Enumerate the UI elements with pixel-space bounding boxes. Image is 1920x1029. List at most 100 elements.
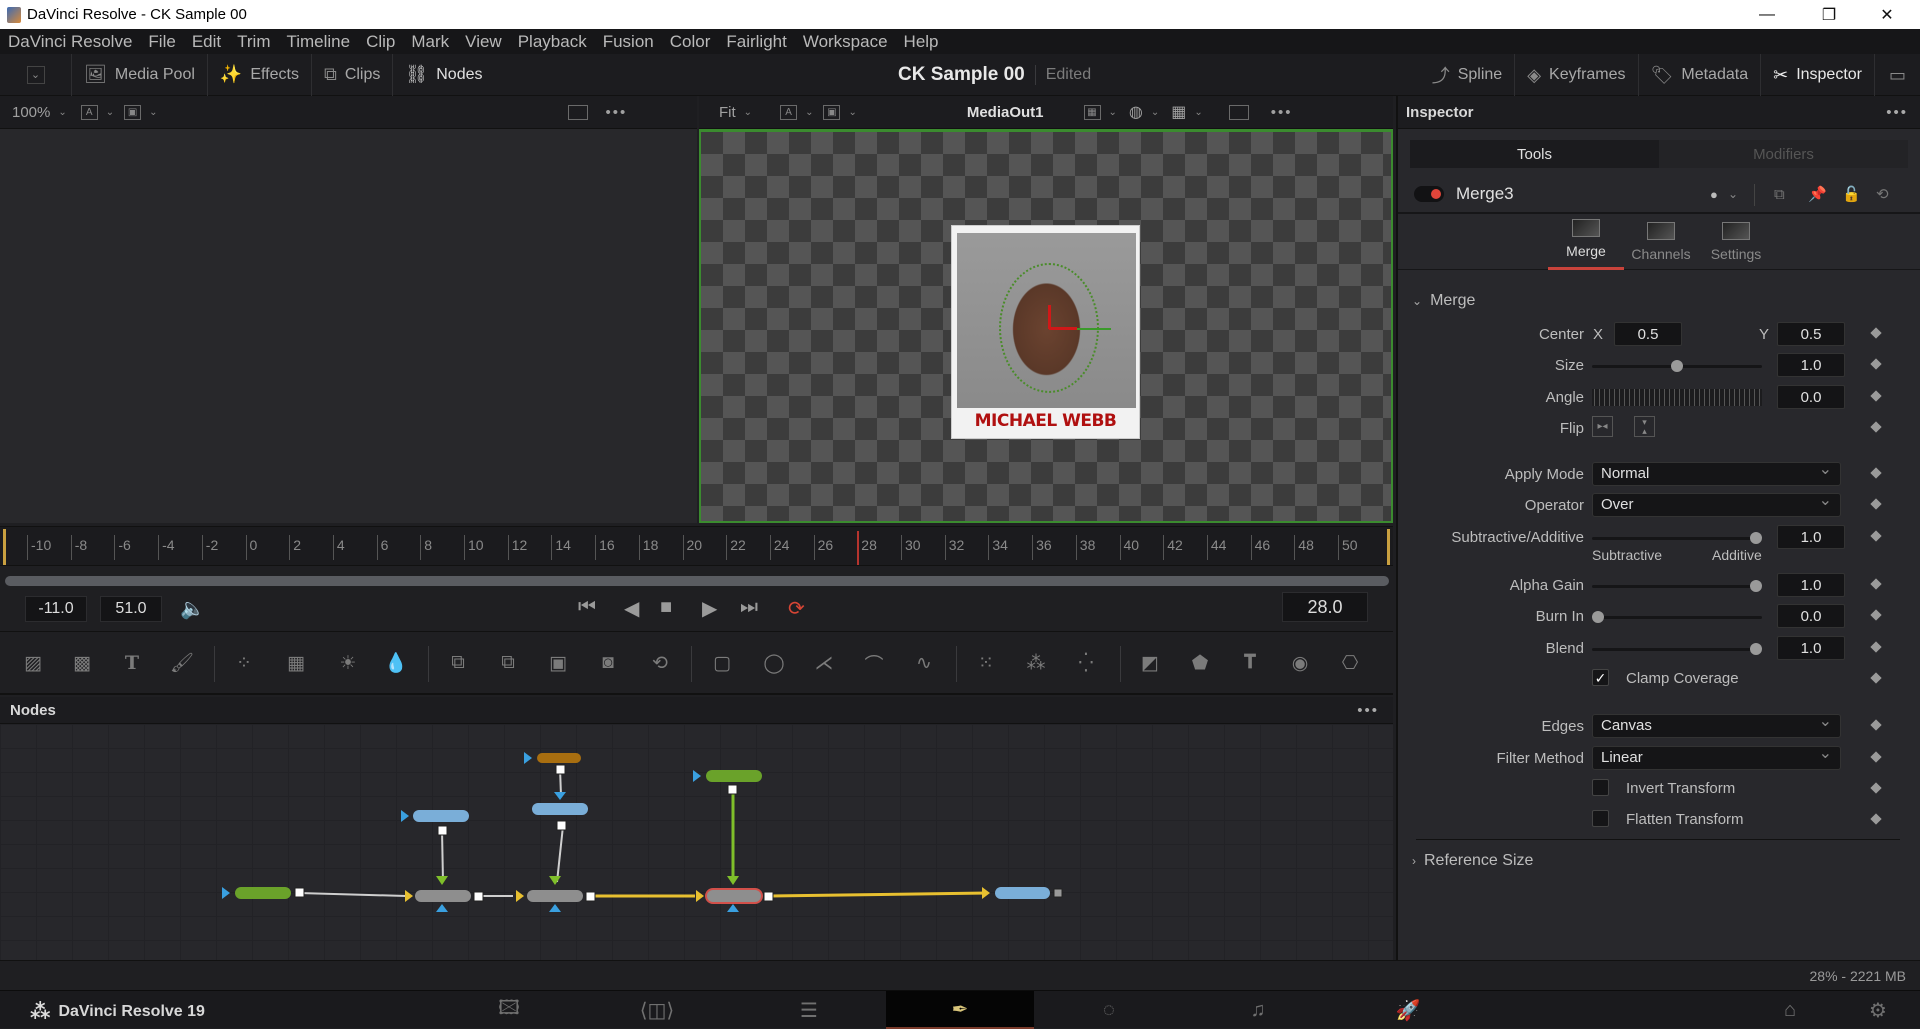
image-plane-3d-icon[interactable]: ◩ (1136, 650, 1164, 676)
menu-workspace[interactable]: Workspace (795, 32, 896, 52)
angle-thumbwheel[interactable] (1592, 389, 1762, 406)
page-deliver-button[interactable]: 🚀 (1348, 991, 1468, 1029)
node-input-triangle[interactable] (405, 890, 413, 902)
right-viewer[interactable]: MICHAEL WEBB (699, 129, 1393, 523)
keyframe-icon[interactable] (1870, 327, 1882, 339)
color-channels-icon[interactable]: ◍ (1129, 102, 1143, 122)
panel-toggle-button[interactable]: ⌄ (0, 53, 72, 96)
subtab-channels[interactable]: Channels (1623, 214, 1699, 270)
subtab-merge[interactable]: Merge (1548, 214, 1624, 270)
matte-control-tool-icon[interactable]: 💧 (382, 650, 410, 676)
flip-horizontal-button[interactable]: ▸◂ (1592, 416, 1613, 437)
tab-tools[interactable]: Tools (1410, 140, 1659, 168)
menu-trim[interactable]: Trim (229, 32, 278, 52)
menu-mark[interactable]: Mark (403, 32, 457, 52)
node-input-triangle[interactable] (696, 890, 704, 902)
node-input-triangle[interactable] (516, 890, 524, 902)
spline-button[interactable]: ⤴ Spline (1420, 54, 1514, 96)
chevron-down-icon[interactable]: ⌄ (106, 107, 114, 118)
render-range-start[interactable] (3, 529, 6, 565)
color-curves-tool-icon[interactable]: ▦ (282, 650, 310, 676)
safe-frame-icon[interactable]: ▦ (1083, 104, 1101, 120)
burn-in-input[interactable]: 0.0 (1777, 604, 1845, 628)
subtab-settings[interactable]: Settings (1698, 214, 1774, 270)
channel-a-icon[interactable]: A (780, 104, 798, 120)
warp-mask-icon[interactable]: ∿ (910, 650, 938, 676)
settings-button[interactable]: ⚙ (1858, 991, 1898, 1029)
background-tool-icon[interactable]: ▨ (19, 650, 47, 676)
lock-icon[interactable]: 🔓 (1842, 185, 1861, 203)
more-options-icon[interactable]: ••• (1357, 697, 1379, 724)
slider-knob[interactable] (1671, 360, 1683, 372)
node-blue-2[interactable] (532, 803, 588, 815)
render-range-end[interactable] (1387, 529, 1390, 565)
node-input-triangle[interactable] (982, 887, 990, 899)
reset-icon[interactable]: ⟲ (1876, 185, 1889, 203)
range-end-field[interactable]: 51.0 (100, 596, 162, 622)
node-blue-1[interactable] (413, 810, 469, 822)
merge-tool-icon[interactable]: ⧉ (444, 650, 472, 676)
menu-file[interactable]: File (140, 32, 183, 52)
versions-icon[interactable]: ⧉ (1774, 186, 1785, 203)
keyframe-icon[interactable] (1870, 719, 1882, 731)
chevron-down-icon[interactable]: ⌄ (744, 107, 752, 118)
flip-vertical-button[interactable]: ▾ ▴ (1634, 416, 1655, 437)
play-button[interactable]: ▶ (702, 596, 717, 621)
clamp-coverage-checkbox[interactable]: ✓ (1592, 669, 1609, 686)
left-viewer[interactable] (0, 129, 697, 523)
node-output[interactable] (473, 891, 484, 902)
menu-color[interactable]: Color (662, 32, 719, 52)
node-output[interactable] (556, 820, 567, 831)
page-edit-button[interactable]: ☰ (749, 991, 869, 1029)
flatten-transform-checkbox[interactable] (1592, 810, 1609, 827)
channel-booleans-tool-icon[interactable]: ⧉ (494, 650, 522, 676)
loop-button[interactable]: ⟳ (788, 596, 805, 621)
blend-slider[interactable] (1592, 643, 1762, 655)
keyframe-icon[interactable] (1870, 498, 1882, 510)
keyframe-icon[interactable] (1870, 609, 1882, 621)
node-output[interactable] (1053, 888, 1063, 898)
angle-input[interactable]: 0.0 (1777, 385, 1845, 409)
bspline-mask-icon[interactable]: ⌒ (860, 650, 888, 676)
slider-knob[interactable] (1750, 580, 1762, 592)
menu-view[interactable]: View (457, 32, 510, 52)
more-options-icon[interactable]: ••• (1271, 104, 1293, 121)
menu-fairlight[interactable]: Fairlight (718, 32, 794, 52)
keyframe-icon[interactable] (1870, 390, 1882, 402)
mask-tool-icon[interactable]: ◙ (594, 650, 622, 676)
chevron-down-icon[interactable]: ⌄ (1151, 107, 1159, 118)
node-output[interactable] (555, 764, 566, 775)
grid-icon[interactable]: ▦ (1171, 102, 1186, 122)
menu-clip[interactable]: Clip (358, 32, 403, 52)
metadata-button[interactable]: 🏷 Metadata (1637, 54, 1761, 96)
media-pool-button[interactable]: 🖼 Media Pool (72, 53, 208, 96)
keyframe-icon[interactable] (1870, 467, 1882, 479)
node-merge-1[interactable] (415, 890, 471, 902)
center-x-input[interactable]: 0.5 (1614, 322, 1682, 346)
tab-modifiers[interactable]: Modifiers (1659, 140, 1908, 168)
node-input-triangle[interactable] (401, 810, 409, 822)
home-button[interactable]: ⌂ (1770, 991, 1810, 1029)
fast-noise-tool-icon[interactable]: ▩ (68, 650, 96, 676)
size-input[interactable]: 1.0 (1777, 353, 1845, 377)
rectangle-mask-icon[interactable]: ▢ (708, 650, 736, 676)
go-to-end-button[interactable]: ⏭ (740, 596, 758, 619)
menu-help[interactable]: Help (896, 32, 947, 52)
camera-3d-icon[interactable]: ⎔ (1336, 650, 1364, 676)
clips-button[interactable]: ⧉ Clips (312, 53, 394, 96)
merge-3d-icon[interactable]: ◉ (1286, 650, 1314, 676)
node-input-triangle[interactable] (693, 770, 701, 782)
stop-button[interactable]: ■ (660, 596, 672, 619)
node-mask-input[interactable] (727, 904, 739, 912)
node-merge-3-selected[interactable] (705, 888, 763, 904)
node-mask-input[interactable] (436, 904, 448, 912)
playhead[interactable] (857, 531, 860, 565)
slider-knob[interactable] (1750, 532, 1762, 544)
node-output[interactable] (727, 784, 738, 795)
keyframe-icon[interactable] (1870, 421, 1882, 433)
operator-dropdown[interactable]: Over (1592, 490, 1841, 517)
transform-widget-y-handle[interactable] (1048, 305, 1051, 329)
size-slider[interactable] (1592, 360, 1762, 372)
chevron-down-icon[interactable]: ⌄ (149, 107, 157, 118)
menu-timeline[interactable]: Timeline (278, 32, 358, 52)
